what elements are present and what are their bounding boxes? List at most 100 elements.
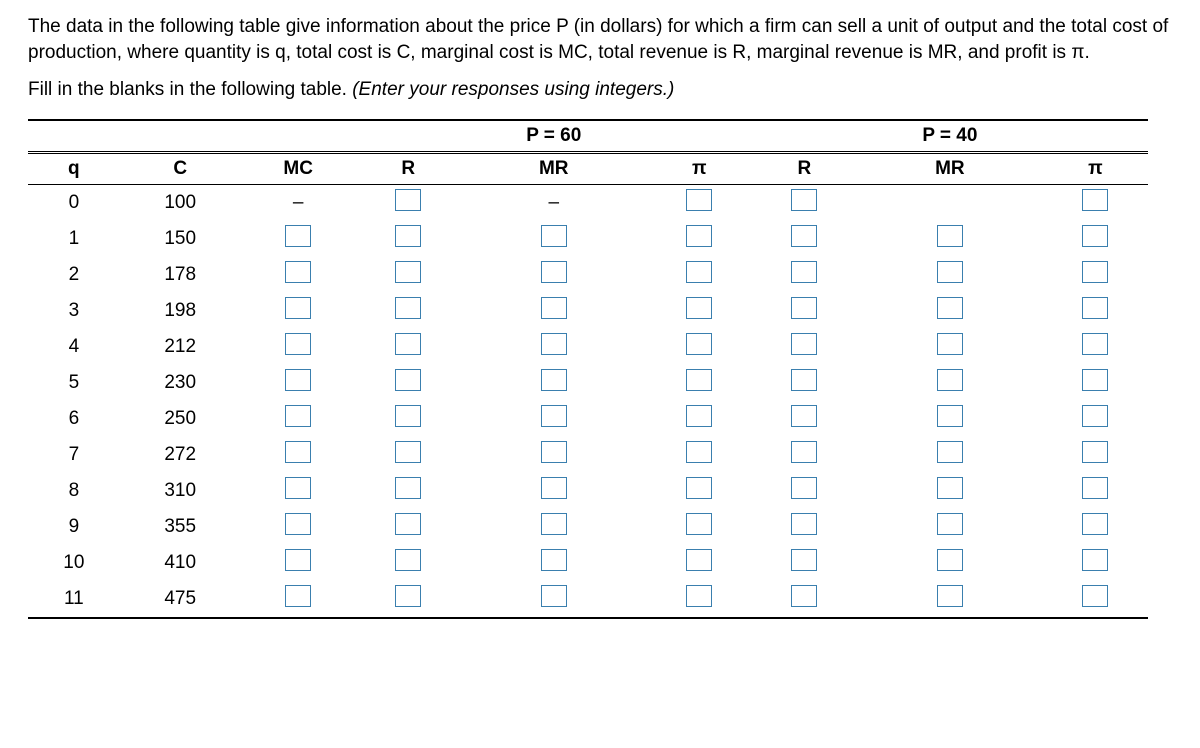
input-mc[interactable] <box>285 477 311 499</box>
col-pi60: π <box>647 153 752 185</box>
input-pi40[interactable] <box>1082 549 1108 571</box>
input-mr40[interactable] <box>937 405 963 427</box>
input-mc[interactable] <box>285 225 311 247</box>
input-pi60[interactable] <box>686 297 712 319</box>
input-mc[interactable] <box>285 261 311 283</box>
input-r40[interactable] <box>791 369 817 391</box>
input-pi40[interactable] <box>1082 441 1108 463</box>
input-r40[interactable] <box>791 477 817 499</box>
input-pi40[interactable] <box>1082 513 1108 535</box>
input-pi40[interactable] <box>1082 189 1108 211</box>
input-mr40[interactable] <box>937 513 963 535</box>
table-row: 11475 <box>28 581 1148 618</box>
input-pi40[interactable] <box>1082 477 1108 499</box>
input-r60[interactable] <box>395 477 421 499</box>
cell-c: 250 <box>120 401 241 437</box>
input-r60[interactable] <box>395 369 421 391</box>
input-mr60[interactable] <box>541 225 567 247</box>
input-pi40[interactable] <box>1082 225 1108 247</box>
input-mr60[interactable] <box>541 477 567 499</box>
input-mr60[interactable] <box>541 549 567 571</box>
input-r40[interactable] <box>791 513 817 535</box>
input-mc[interactable] <box>285 585 311 607</box>
input-pi60[interactable] <box>686 441 712 463</box>
instruction-lead: Fill in the blanks in the following tabl… <box>28 79 352 100</box>
input-mr40[interactable] <box>937 441 963 463</box>
input-mr40[interactable] <box>937 369 963 391</box>
input-r40[interactable] <box>791 261 817 283</box>
col-pi40: π <box>1043 153 1148 185</box>
cell-c: 355 <box>120 509 241 545</box>
cell-c: 310 <box>120 473 241 509</box>
input-r60[interactable] <box>395 261 421 283</box>
input-pi60[interactable] <box>686 549 712 571</box>
input-mc[interactable] <box>285 297 311 319</box>
cell-q: 9 <box>28 509 120 545</box>
input-r60[interactable] <box>395 225 421 247</box>
cell-c: 100 <box>120 185 241 222</box>
input-mr40[interactable] <box>937 333 963 355</box>
input-pi60[interactable] <box>686 225 712 247</box>
input-r40[interactable] <box>791 405 817 427</box>
input-r40[interactable] <box>791 297 817 319</box>
table-row: 7272 <box>28 437 1148 473</box>
input-mr60[interactable] <box>541 369 567 391</box>
input-mc[interactable] <box>285 513 311 535</box>
input-mr40[interactable] <box>937 297 963 319</box>
col-mr60: MR <box>461 153 647 185</box>
input-mr60[interactable] <box>541 513 567 535</box>
cell-c: 410 <box>120 545 241 581</box>
input-mr40[interactable] <box>937 477 963 499</box>
input-r60[interactable] <box>395 441 421 463</box>
input-r40[interactable] <box>791 441 817 463</box>
input-r40[interactable] <box>791 549 817 571</box>
input-mc[interactable] <box>285 333 311 355</box>
col-r60: R <box>356 153 461 185</box>
input-r60[interactable] <box>395 513 421 535</box>
input-r60[interactable] <box>395 585 421 607</box>
input-mr60[interactable] <box>541 297 567 319</box>
input-mr60[interactable] <box>541 333 567 355</box>
cell-mc-dash: – <box>241 185 356 222</box>
input-pi40[interactable] <box>1082 297 1108 319</box>
col-c: C <box>120 153 241 185</box>
input-mr40[interactable] <box>937 585 963 607</box>
input-mc[interactable] <box>285 405 311 427</box>
input-r40[interactable] <box>791 225 817 247</box>
input-mr60[interactable] <box>541 405 567 427</box>
input-mr40[interactable] <box>937 261 963 283</box>
input-mc[interactable] <box>285 369 311 391</box>
input-mc[interactable] <box>285 549 311 571</box>
input-mr60[interactable] <box>541 261 567 283</box>
input-pi60[interactable] <box>686 513 712 535</box>
input-mr40[interactable] <box>937 225 963 247</box>
input-pi60[interactable] <box>686 477 712 499</box>
input-r60[interactable] <box>395 333 421 355</box>
input-pi60[interactable] <box>686 189 712 211</box>
input-mr40[interactable] <box>937 549 963 571</box>
input-mr60[interactable] <box>541 441 567 463</box>
input-pi40[interactable] <box>1082 405 1108 427</box>
input-mc[interactable] <box>285 441 311 463</box>
cell-c: 475 <box>120 581 241 618</box>
table-row: 5230 <box>28 365 1148 401</box>
input-pi60[interactable] <box>686 369 712 391</box>
input-pi40[interactable] <box>1082 261 1108 283</box>
input-r60[interactable] <box>395 189 421 211</box>
table-row: 10410 <box>28 545 1148 581</box>
input-r40[interactable] <box>791 189 817 211</box>
input-r60[interactable] <box>395 549 421 571</box>
input-pi40[interactable] <box>1082 585 1108 607</box>
input-pi40[interactable] <box>1082 333 1108 355</box>
input-pi60[interactable] <box>686 405 712 427</box>
input-r60[interactable] <box>395 405 421 427</box>
input-pi60[interactable] <box>686 261 712 283</box>
table-row: 9355 <box>28 509 1148 545</box>
input-r40[interactable] <box>791 333 817 355</box>
input-r40[interactable] <box>791 585 817 607</box>
input-r60[interactable] <box>395 297 421 319</box>
input-pi60[interactable] <box>686 333 712 355</box>
input-pi60[interactable] <box>686 585 712 607</box>
input-pi40[interactable] <box>1082 369 1108 391</box>
input-mr60[interactable] <box>541 585 567 607</box>
